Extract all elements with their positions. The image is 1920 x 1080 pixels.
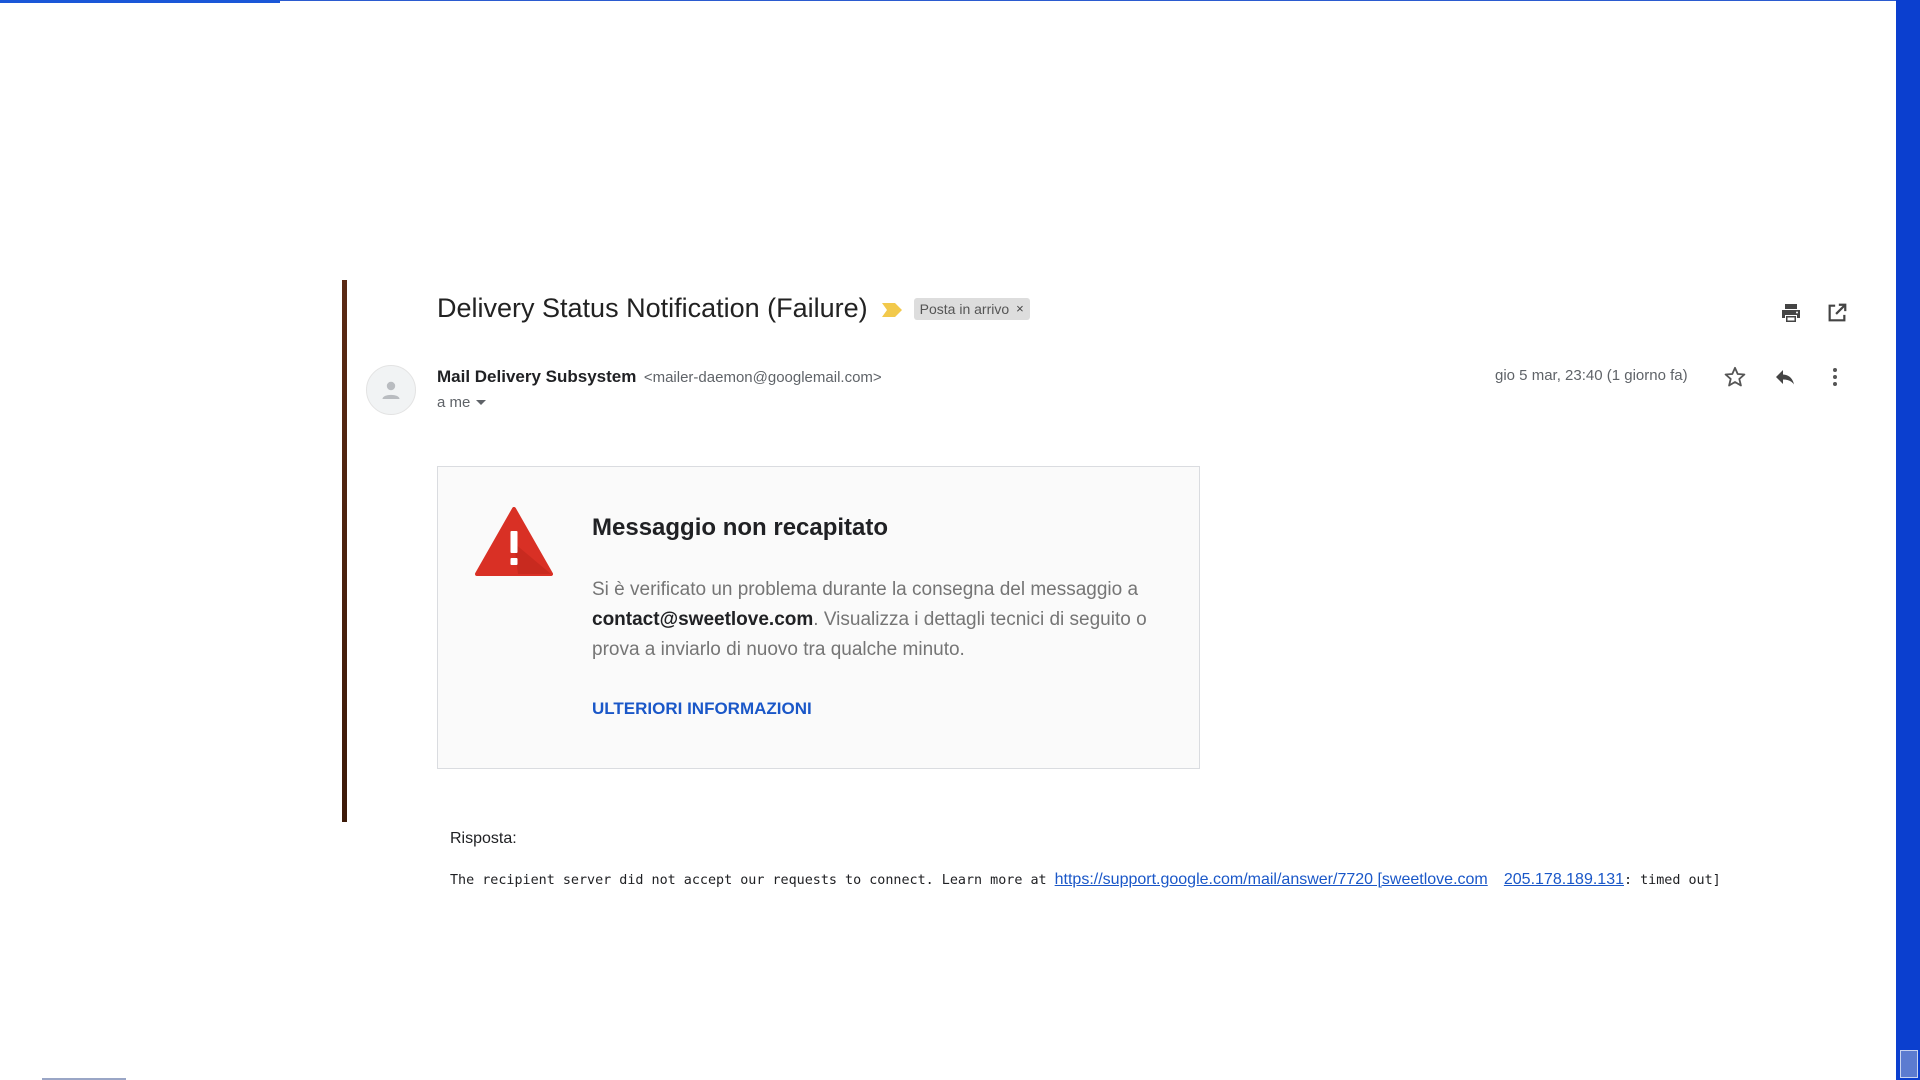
loading-progress-bar xyxy=(0,0,280,3)
chevron-down-icon[interactable] xyxy=(476,400,487,405)
recipient-row[interactable]: a me xyxy=(437,394,487,411)
label-chip-text: Posta in arrivo xyxy=(919,300,1010,317)
email-subject: Delivery Status Notification (Failure) xyxy=(437,293,868,323)
bounce-description: Si è verificato un problema durante la c… xyxy=(592,575,1172,665)
support-link[interactable]: https://support.google.com/mail/answer/7… xyxy=(1055,871,1488,888)
star-icon xyxy=(1724,366,1746,387)
recipient-text: a me xyxy=(437,394,471,411)
response-text-start: The recipient server did not accept our … xyxy=(450,873,1055,888)
print-button[interactable] xyxy=(1778,300,1804,326)
bounce-text-start: Si è verificato un problema durante la c… xyxy=(592,579,1139,600)
more-info-link[interactable]: ULTERIORI INFORMAZIONI xyxy=(592,699,812,719)
remove-label-icon[interactable]: × xyxy=(1016,301,1024,316)
star-button[interactable] xyxy=(1722,364,1748,390)
sender-email: <mailer-daemon@googlemail.com> xyxy=(643,369,882,386)
print-icon xyxy=(1782,304,1800,322)
conversation-left-bar xyxy=(342,280,347,822)
sender-avatar[interactable] xyxy=(366,365,416,415)
bounce-title: Messaggio non recapitato xyxy=(592,514,889,541)
email-view: Delivery Status Notification (Failure) P… xyxy=(0,0,1920,1080)
recipient-address: contact@sweetlove.com xyxy=(592,609,814,630)
label-chip-inbox[interactable]: Posta in arrivo × xyxy=(913,297,1030,320)
reply-icon xyxy=(1776,370,1794,385)
sender-info: Mail Delivery Subsystem <mailer-daemon@g… xyxy=(437,367,882,387)
response-details: The recipient server did not accept our … xyxy=(450,871,1721,889)
top-border xyxy=(280,0,1896,1)
more-options-button[interactable] xyxy=(1822,364,1848,390)
open-new-window-button[interactable] xyxy=(1824,300,1850,326)
scrollbar-thumb[interactable] xyxy=(1900,1050,1918,1078)
bounce-notice-card: Messaggio non recapitato Si è verificato… xyxy=(437,466,1200,769)
person-icon xyxy=(382,381,400,399)
response-text-end: : timed out] xyxy=(1624,873,1721,888)
message-actions xyxy=(1722,364,1848,390)
reply-button[interactable] xyxy=(1772,364,1798,390)
subject-row: Delivery Status Notification (Failure) P… xyxy=(437,293,1030,324)
response-label: Risposta: xyxy=(450,830,517,847)
more-vertical-icon xyxy=(1833,368,1837,386)
open-in-new-window-icon xyxy=(1828,303,1847,322)
email-date: gio 5 mar, 23:40 (1 giorno fa) xyxy=(1495,367,1688,384)
importance-marker-icon[interactable] xyxy=(881,302,902,317)
warning-triangle-icon xyxy=(475,507,553,576)
sender-name[interactable]: Mail Delivery Subsystem xyxy=(437,367,636,386)
ip-address-link[interactable]: 205.178.189.131 xyxy=(1504,871,1624,888)
thread-actions xyxy=(1778,300,1850,326)
scrollbar[interactable] xyxy=(1896,0,1920,1080)
